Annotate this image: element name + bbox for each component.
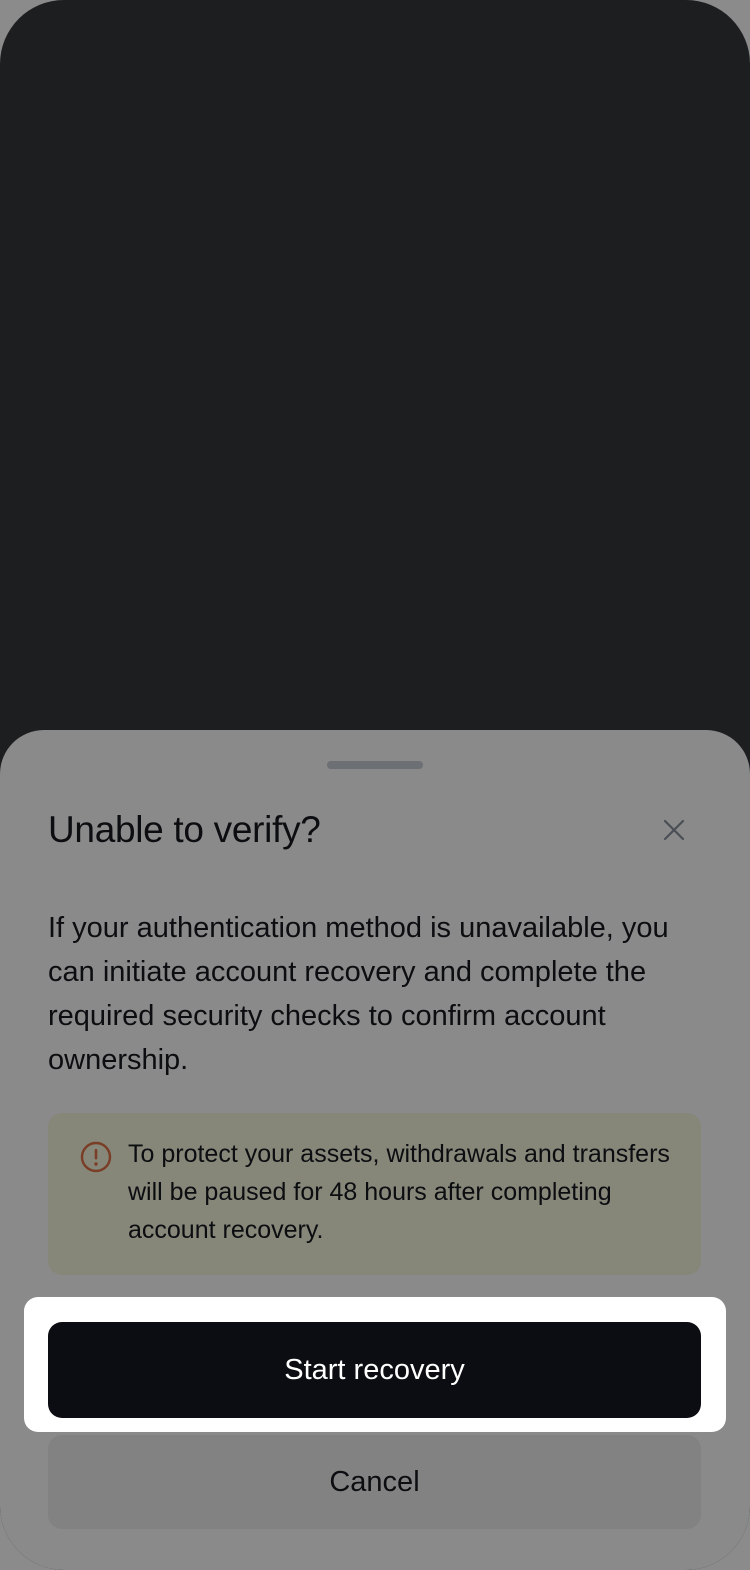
cancel-button[interactable]: Cancel <box>48 1435 701 1529</box>
dialog-description: If your authentication method is unavail… <box>48 912 669 1076</box>
primary-button-highlight: Start recovery <box>24 1297 726 1432</box>
sheet-drag-handle[interactable] <box>327 761 423 769</box>
dialog-title: Unable to verify? <box>48 809 321 850</box>
close-button[interactable] <box>652 808 696 852</box>
bottom-sheet: Unable to verify? If your authentication… <box>0 730 750 1570</box>
close-icon <box>663 819 685 841</box>
warning-notice: To protect your assets, withdrawals and … <box>48 1113 701 1275</box>
start-recovery-button[interactable]: Start recovery <box>48 1322 701 1418</box>
warning-circle-icon <box>80 1141 112 1173</box>
warning-notice-text: To protect your assets, withdrawals and … <box>128 1140 670 1244</box>
screen: Unable to verify? If your authentication… <box>0 0 750 1570</box>
